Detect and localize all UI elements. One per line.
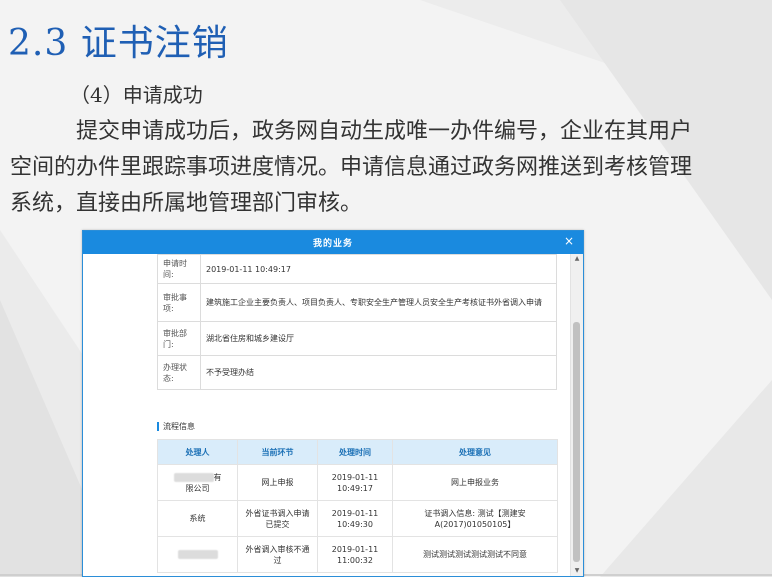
flow-info-heading: 流程信息: [157, 422, 195, 431]
column-header-step: 当前环节: [237, 439, 318, 465]
column-header-handler: 处理人: [157, 439, 238, 465]
cell-step: 网上申报: [237, 464, 318, 501]
scroll-down-arrow-icon[interactable]: ▼: [571, 566, 583, 576]
info-value: 不予受理办结: [200, 355, 557, 390]
time-date: 2019-01-11: [331, 544, 379, 554]
cell-opinion: 测试测试测试测试测试不同意: [392, 536, 558, 573]
info-label: 审批部门:: [157, 321, 201, 356]
cell-handler: 有 限公司: [157, 464, 238, 501]
time-clock: 10:49:30: [337, 519, 373, 529]
info-row: 审批部门: 湖北省住房和城乡建设厅: [157, 321, 557, 356]
column-header-opinion: 处理意见: [392, 439, 558, 465]
info-label: 办理状态:: [157, 355, 201, 390]
handler-suffix: 有: [213, 472, 222, 482]
cell-time: 2019-01-11 11:00:32: [317, 536, 393, 573]
redacted-name: [177, 550, 218, 559]
cell-opinion: 网上申报业务: [392, 464, 558, 501]
application-info-table: 申请时间: 2019-01-11 10:49:17 审批事项: 建筑施工企业主要…: [157, 254, 557, 390]
table-row: 外省调入审核不通过 2019-01-11 11:00:32 测试测试测试测试测试…: [157, 536, 558, 573]
time-clock: 10:49:17: [337, 483, 373, 493]
info-row: 办理状态: 不予受理办结: [157, 355, 557, 390]
time-clock: 11:00:32: [337, 555, 373, 565]
info-row: 申请时间: 2019-01-11 10:49:17: [157, 254, 557, 284]
info-value: 2019-01-11 10:49:17: [200, 254, 557, 284]
time-date: 2019-01-11: [331, 508, 379, 518]
dialog-header: 我的业务 ×: [83, 231, 583, 254]
flow-header-row: 处理人 当前环节 处理时间 处理意见: [157, 439, 558, 465]
handler-line2: 限公司: [185, 483, 210, 493]
column-header-time: 处理时间: [317, 439, 393, 465]
cell-step: 外省调入审核不通过: [237, 536, 318, 573]
flow-info-table: 处理人 当前环节 处理时间 处理意见 有 限公司 网上申报 2019-01-11…: [157, 439, 558, 573]
dialog-body: 申请时间: 2019-01-11 10:49:17 审批事项: 建筑施工企业主要…: [83, 254, 571, 576]
table-row: 系统 外省证书调入申请已提交 2019-01-11 10:49:30 证书调入信…: [157, 500, 558, 537]
info-label: 审批事项:: [157, 283, 201, 322]
cell-time: 2019-01-11 10:49:17: [317, 464, 393, 501]
cell-time: 2019-01-11 10:49:30: [317, 500, 393, 537]
slide-paragraph: 提交申请成功后，政务网自动生成唯一办件编号，企业在其用户空间的办件里跟踪事项进度…: [10, 119, 693, 216]
cell-opinion: 证书调入信息: 测试【测建安A(2017)01050105】: [392, 500, 558, 537]
time-date: 2019-01-11: [331, 472, 379, 482]
redacted-name: [173, 472, 214, 482]
scrollbar-thumb[interactable]: [573, 322, 580, 562]
info-value: 湖北省住房和城乡建设厅: [200, 321, 557, 356]
close-icon[interactable]: ×: [564, 234, 574, 248]
info-row: 审批事项: 建筑施工企业主要负责人、项目负责人、专职安全生产管理人员安全生产考核…: [157, 283, 557, 322]
dialog-title: 我的业务: [312, 239, 353, 249]
slide: 2.3 证书注销 （4）申请成功 提交申请成功后，政务网自动生成唯一办件编号，企…: [0, 0, 772, 577]
scroll-up-arrow-icon[interactable]: ▲: [571, 254, 583, 264]
info-label: 申请时间:: [157, 254, 201, 284]
table-row: 有 限公司 网上申报 2019-01-11 10:49:17 网上申报业务: [157, 464, 558, 501]
cell-handler: 系统: [157, 500, 238, 537]
info-value: 建筑施工企业主要负责人、项目负责人、专职安全生产管理人员安全生产考核证书外省调入…: [200, 283, 557, 322]
cell-handler: [157, 536, 238, 573]
my-business-dialog: 我的业务 × 申请时间: 2019-01-11 10:49:17 审批事项: 建…: [82, 230, 584, 577]
slide-title: 2.3 证书注销: [8, 23, 229, 64]
slide-subtitle: （4）申请成功: [70, 83, 203, 107]
dialog-scrollbar[interactable]: ▲ ▼: [570, 254, 583, 576]
cell-step: 外省证书调入申请已提交: [237, 500, 318, 537]
